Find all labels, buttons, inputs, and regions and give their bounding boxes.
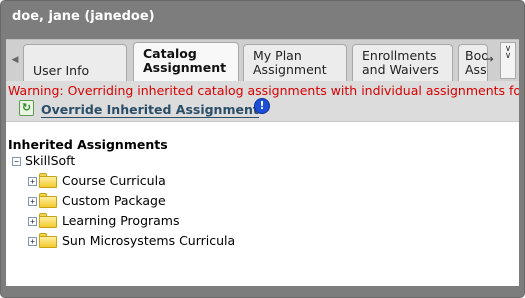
refresh-icon[interactable]: ↻ [19, 100, 34, 116]
tab-label-line2: Assignment [253, 62, 327, 77]
tab-label: User Info [33, 63, 90, 78]
expand-icon[interactable]: + [28, 177, 37, 186]
tree-node-label[interactable]: Course Curricula [62, 173, 166, 188]
tab-enrollments-and-waivers[interactable]: Enrollments and Waivers [352, 44, 453, 81]
assignment-panel: Inherited Assignments − SkillSoft + Cour… [6, 121, 519, 286]
collapse-icon[interactable]: − [12, 157, 21, 166]
window-title: doe, jane (janedoe) [12, 9, 155, 24]
folder-icon [39, 233, 57, 248]
scroll-right-icon[interactable]: ➔ [483, 45, 497, 75]
tab-catalog-assignment[interactable]: Catalog Assignment [133, 42, 239, 81]
tree-node-label[interactable]: Learning Programs [62, 213, 180, 228]
tab-my-plan-assignment[interactable]: My Plan Assignment [243, 44, 347, 81]
tab-label-line2: Ass [465, 62, 487, 77]
tab-menu-chevron-down-icon[interactable]: ∨ ∨ [500, 42, 516, 79]
expand-icon[interactable]: + [28, 197, 37, 206]
info-icon[interactable]: ! [254, 98, 270, 114]
dialog-window: doe, jane (janedoe) ◀ User Info Catalog … [0, 0, 525, 298]
tab-label-line1: Enrollments [362, 48, 437, 63]
tab-user-info[interactable]: User Info [23, 44, 127, 81]
tab-label-line1: Catalog [143, 46, 197, 61]
tab-bar: ◀ User Info Catalog Assignment My Plan A… [6, 39, 519, 81]
expand-icon[interactable]: + [28, 217, 37, 226]
tab-label-line2: and Waivers [362, 62, 439, 77]
tab-label-line1: My Plan [253, 48, 302, 63]
folder-icon [39, 213, 57, 228]
tree-node-label[interactable]: SkillSoft [25, 153, 75, 168]
scroll-left-icon[interactable]: ◀ [8, 45, 22, 75]
folder-icon [39, 173, 57, 188]
section-heading: Inherited Assignments [8, 137, 168, 152]
expand-icon[interactable]: + [28, 237, 37, 246]
tab-label-line2: Assignment [143, 60, 227, 75]
override-inherited-assignment-link[interactable]: Override Inherited Assignment [41, 103, 259, 118]
tab-label-line1: Boo [465, 48, 488, 63]
tree-node-label[interactable]: Custom Package [62, 193, 166, 208]
warning-message: Warning: Overriding inherited catalog as… [8, 83, 519, 98]
folder-icon [39, 193, 57, 208]
tree-node-label[interactable]: Sun Microsystems Curricula [62, 233, 235, 248]
